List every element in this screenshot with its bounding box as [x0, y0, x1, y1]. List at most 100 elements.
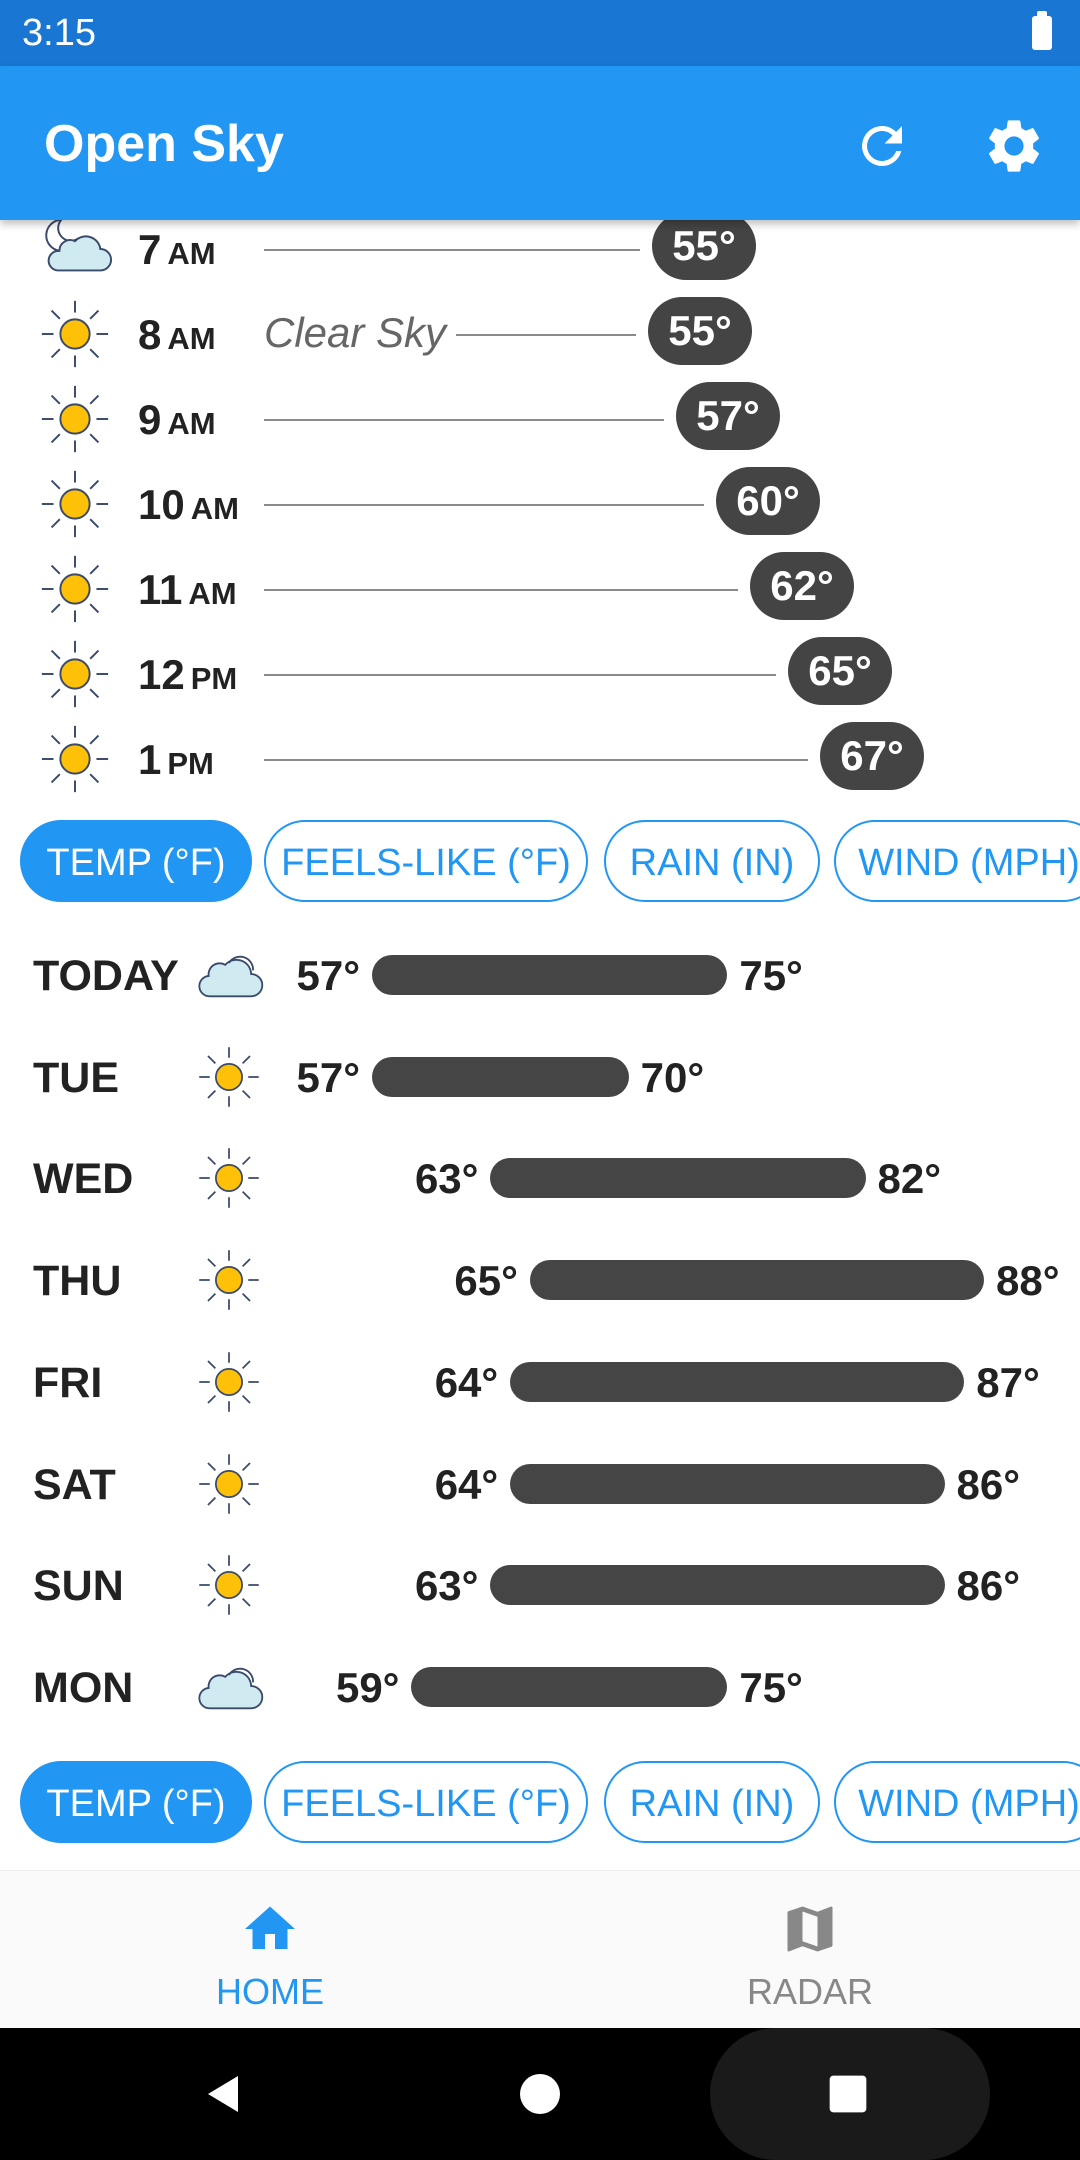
hourly-leader-line: [264, 759, 808, 761]
daily-temp-range-bar: [411, 1666, 728, 1707]
home-button-icon[interactable]: [516, 2070, 564, 2118]
daily-metric-chip[interactable]: RAIN (IN): [604, 1761, 820, 1843]
daily-row: TUE 57° 70°: [0, 1042, 1080, 1112]
hourly-metric-chip[interactable]: RAIN (IN): [604, 820, 820, 902]
daily-temp-range-bar: [510, 1463, 945, 1504]
daily-forecast: TODAY 57° 75° TUE 57° 70° WED 63° 82° THU 65° 88° F…: [0, 940, 1080, 1730]
daily-row: WED 63° 82°: [0, 1143, 1080, 1213]
daily-temp-range-bar: [490, 1158, 866, 1199]
hourly-row: 8 AM Clear Sky 55°: [0, 295, 1080, 380]
nav-home-label: HOME: [216, 1971, 324, 2012]
hourly-icon-wrap: [36, 635, 114, 713]
battery-icon: [1032, 11, 1052, 50]
daily-icon-wrap: [192, 1245, 272, 1315]
daily-icon-wrap: [192, 940, 272, 1010]
daily-low-temp: 57°: [296, 1053, 360, 1101]
daily-low-temp: 64°: [434, 1358, 499, 1406]
daily-day-label: MON: [33, 1663, 134, 1712]
daily-high-temp: 86°: [956, 1460, 1021, 1508]
daily-high-temp: 70°: [640, 1053, 705, 1101]
hourly-row: 12 PM 65°: [0, 635, 1080, 720]
hourly-temp-pill: 55°: [648, 297, 752, 365]
hourly-time: 9 AM: [138, 396, 216, 444]
hourly-icon-wrap: [36, 720, 114, 798]
hourly-time: 7 AM: [138, 226, 216, 274]
hour-ampm: AM: [190, 491, 239, 526]
daily-metric-chip[interactable]: FEELS-LIKE (°F): [264, 1761, 588, 1843]
sun-icon: [199, 1555, 259, 1615]
daily-icon-wrap: [192, 1143, 272, 1213]
hourly-icon-wrap: [36, 550, 114, 628]
home-icon: [245, 1906, 295, 1949]
recents-icon[interactable]: [826, 2072, 870, 2116]
daily-temp-range-bar: [372, 1056, 629, 1097]
daily-high-temp: 86°: [956, 1562, 1021, 1610]
nav-radar-label: RADAR: [746, 1971, 874, 2012]
hourly-icon-wrap: [36, 465, 114, 543]
back-icon[interactable]: [200, 2070, 248, 2118]
nav-radar[interactable]: RADAR: [540, 1871, 1080, 2029]
daily-icon-wrap: [192, 1550, 272, 1620]
daily-low-temp: 59°: [335, 1663, 400, 1711]
daily-temp-range-bar: [510, 1361, 965, 1402]
daily-day-label: SUN: [33, 1562, 124, 1611]
hour-ampm: AM: [167, 406, 216, 441]
daily-temp-range-bar: [372, 955, 728, 995]
daily-temp-range-bar: [490, 1565, 945, 1606]
hourly-time: 10 AM: [138, 481, 239, 529]
daily-high-temp: 88°: [996, 1257, 1060, 1305]
hourly-row: 11 AM 62°: [0, 550, 1080, 635]
hour-ampm: AM: [167, 321, 216, 356]
hourly-metric-chip[interactable]: FEELS-LIKE (°F): [264, 820, 588, 902]
hourly-temp-pill: 57°: [676, 382, 780, 450]
daily-icon-wrap: [192, 1652, 272, 1722]
hour-number: 11: [138, 566, 183, 613]
sun-icon: [199, 1453, 259, 1514]
hourly-leader-line: [264, 249, 640, 251]
daily-row: MON 59° 75°: [0, 1652, 1080, 1722]
daily-day-label: THU: [33, 1257, 122, 1306]
bottom-navigation: HOME RADAR: [0, 1870, 1080, 2029]
hourly-temp-pill: 65°: [788, 637, 892, 705]
cloudy-icon: [198, 955, 264, 998]
hourly-metric-chip[interactable]: TEMP (°F): [20, 820, 252, 902]
hour-number: 9: [138, 396, 162, 443]
sun-icon: [199, 1148, 259, 1209]
hourly-leader-line: [264, 504, 704, 506]
nav-home[interactable]: HOME: [0, 1871, 540, 2029]
hour-ampm: PM: [190, 661, 238, 696]
daily-low-temp: 63°: [414, 1562, 479, 1610]
app-bar: Open Sky: [0, 66, 1080, 220]
sun-icon: [199, 1250, 259, 1310]
hourly-time: 11 AM: [138, 566, 237, 614]
hourly-forecast: 7 AM 55° 8 AM Clear Sky 55° 9 AM 57° 10 AM 60° 11 AM 62…: [0, 220, 1080, 810]
sun-icon: [41, 555, 109, 623]
status-time: 3:15: [22, 12, 96, 54]
daily-high-temp: 87°: [976, 1358, 1040, 1406]
hourly-temp-pill: 67°: [820, 722, 924, 790]
hourly-icon-wrap: [36, 295, 114, 373]
sun-icon: [41, 385, 109, 453]
daily-low-temp: 65°: [454, 1257, 518, 1305]
sun-icon: [41, 725, 109, 793]
daily-metric-chip[interactable]: TEMP (°F): [20, 1761, 252, 1843]
hour-number: 1: [138, 736, 162, 783]
daily-high-temp: 75°: [739, 952, 803, 999]
daily-day-label: FRI: [33, 1358, 103, 1407]
hourly-leader-line: [264, 674, 776, 676]
hour-number: 7: [138, 226, 162, 273]
daily-icon-wrap: [192, 1449, 272, 1519]
daily-icon-wrap: [192, 1347, 272, 1417]
cloudy-icon: [198, 1667, 264, 1710]
daily-row: TODAY 57° 75°: [0, 940, 1080, 1010]
hour-ampm: AM: [167, 236, 216, 271]
hourly-leader-line: [456, 334, 636, 336]
hourly-metric-chip[interactable]: WIND (MPH): [834, 820, 1080, 902]
hour-ampm: AM: [188, 576, 237, 611]
gear-icon[interactable]: [982, 114, 1046, 178]
daily-low-temp: 64°: [434, 1460, 499, 1508]
refresh-icon[interactable]: [852, 116, 912, 176]
daily-row: THU 65° 88°: [0, 1245, 1080, 1315]
hour-ampm: PM: [167, 746, 214, 781]
daily-metric-chip[interactable]: WIND (MPH): [834, 1761, 1080, 1843]
